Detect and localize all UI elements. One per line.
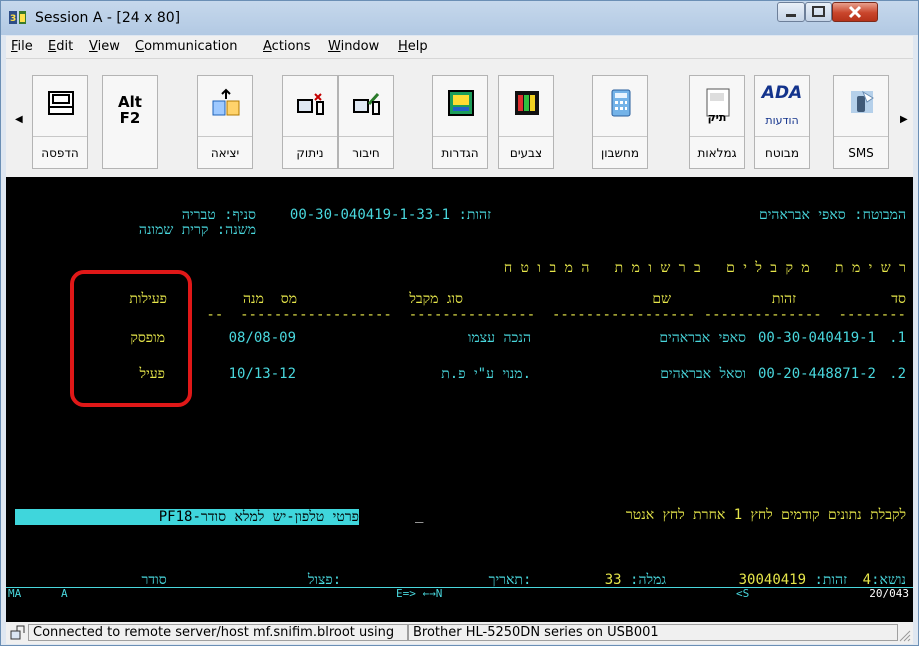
alt-f2-button[interactable]: Alt F2: [102, 75, 158, 169]
pension-file-button[interactable]: תיק גמלאות: [689, 75, 745, 169]
insured-name-field: המבוטח: סאפי אבראהים: [759, 207, 906, 223]
network-connection-icon: [10, 625, 25, 640]
prompt-text: לקבלת נתונים קודמים לחץ 1 אחרת לחץ אנטר: [625, 507, 906, 523]
disconnect-icon: [297, 93, 324, 115]
insured-label: מבוטח: [755, 136, 809, 160]
sms-button[interactable]: SMS: [833, 75, 889, 169]
disconnect-label: ניתוק: [283, 136, 337, 160]
pf-key-bar[interactable]: PF18-פרטי טלפון-יש למלא סודר: [15, 509, 359, 525]
menu-communication[interactable]: Communication: [135, 39, 237, 54]
connect-icon: [353, 92, 380, 115]
exit-icon: [212, 88, 240, 116]
disconnect-button[interactable]: ניתוק: [282, 75, 338, 169]
settings-icon: [448, 90, 474, 116]
row-2-id: 00-20-448871-2: [757, 366, 876, 382]
alt-f2-icon: Alt F2: [118, 93, 142, 127]
col-header-num: סד: [891, 291, 906, 307]
toolbar-scroll-left-button[interactable]: ◀: [15, 114, 23, 125]
row-1-num: .1: [889, 330, 906, 346]
connect-label: חיבור: [339, 136, 393, 160]
menu-edit[interactable]: Edit: [48, 39, 73, 54]
calculator-label: מחשבון: [593, 136, 647, 160]
date-field[interactable]: תאריך:______: [489, 572, 582, 588]
ada-icon: ADA הודעות: [761, 83, 803, 127]
col-header-from: מס מנה: [242, 291, 297, 307]
print-label: הדפסה: [33, 136, 87, 160]
pension-field: גמלה: 33: [604, 572, 666, 588]
app-icon: 3: [9, 11, 26, 24]
order-field[interactable]: סודר __: [142, 572, 192, 588]
list-title: ר ש י מ ת מ ק ב ל י ם ב ר ש ו מ ת ה מ ב …: [503, 260, 906, 276]
settings-label: הגדרות: [433, 136, 487, 160]
menu-view[interactable]: View: [89, 39, 120, 54]
close-button[interactable]: [832, 2, 878, 22]
resize-grip-icon[interactable]: [899, 630, 911, 642]
row-1-from: 08/08-09: [228, 330, 296, 346]
menu-actions[interactable]: Actions: [263, 39, 311, 54]
connection-status: Connected to remote server/host mf.snifi…: [28, 624, 408, 641]
colors-button[interactable]: צבעים: [498, 75, 554, 169]
payment-split-field[interactable]: פצול:__: [308, 572, 358, 588]
terminal-screen[interactable]: המבוטח: סאפי אבראהים זהות: 00-30-040419-…: [6, 177, 913, 622]
svg-text:3: 3: [10, 14, 16, 24]
print-button[interactable]: הדפסה: [32, 75, 88, 169]
window-title: Session A - [24 x 80]: [35, 10, 181, 26]
connect-button[interactable]: חיבור: [338, 75, 394, 169]
colors-icon: [515, 91, 539, 115]
maximize-button[interactable]: [805, 2, 832, 22]
row-2-num: .2: [889, 366, 906, 382]
printer-status: Brother HL-5250DN series on USB001: [408, 624, 898, 641]
col-header-type: סוג מקבל: [409, 291, 463, 307]
subbranch-field: משנה: קרית שמונה: [138, 222, 256, 238]
menu-bar: File Edit View Communication Actions Win…: [6, 36, 913, 58]
row-2-type: מנוי ע"י פ.ת.: [441, 366, 531, 382]
menu-file[interactable]: File: [11, 39, 33, 54]
row-1-type: הנכה עצמו: [467, 330, 531, 346]
bottom-id-field: זהות: 30040419: [738, 572, 847, 588]
pension-label: גמלאות: [690, 136, 744, 160]
row-2-name: וסאל אבראהים: [660, 366, 746, 382]
calculator-icon: [611, 89, 631, 117]
calculator-button[interactable]: מחשבון: [592, 75, 648, 169]
row-2-from: 10/13-12: [228, 366, 296, 382]
toolbar: ◀ ▶ הדפסה Alt F2 יציאה ניתוק חיבור הגדרו…: [6, 58, 913, 178]
title-bar[interactable]: 3 Session A - [24 x 80]: [1, 1, 918, 35]
operator-info-area: MA A E=> ←→N <S 20/043: [6, 587, 913, 599]
col-header-name: שם: [652, 291, 671, 307]
settings-button[interactable]: הגדרות: [432, 75, 488, 169]
close-icon: [848, 5, 862, 19]
colors-label: צבעים: [499, 136, 553, 160]
text-cursor[interactable]: _: [415, 507, 423, 523]
menu-help[interactable]: Help: [398, 39, 428, 54]
exit-label: יציאה: [198, 136, 252, 160]
row-1-id: 00-30-040419-1: [757, 330, 876, 346]
minimize-icon: [786, 14, 796, 17]
status-bar: Connected to remote server/host mf.snifi…: [6, 622, 913, 644]
topic-field[interactable]: נושא:4: [863, 572, 906, 588]
toolbar-scroll-right-button[interactable]: ▶: [900, 114, 908, 125]
toolbar-buttons: הדפסה Alt F2 יציאה ניתוק חיבור הגדרות צב…: [32, 75, 889, 170]
annotation-highlight-box: [70, 270, 192, 407]
maximize-icon: [812, 6, 825, 17]
branch-field: סניף: טבריה: [181, 207, 256, 223]
menu-window[interactable]: Window: [328, 39, 379, 54]
row-1-name: סאפי אבראהים: [659, 330, 746, 346]
col-header-id: זהות: [771, 291, 796, 307]
printer-icon: [48, 91, 74, 115]
insured-messages-button[interactable]: ADA הודעות מבוטח: [754, 75, 810, 169]
id-field: זהות: 00-30-040419-1-33-1: [289, 207, 491, 223]
sms-label: SMS: [834, 136, 888, 160]
emulator-window: 3 Session A - [24 x 80] File Edit View C…: [0, 0, 919, 646]
sms-icon: [851, 90, 874, 113]
exit-button[interactable]: יציאה: [197, 75, 253, 169]
header-divider: -- ------------------ --------------- --…: [206, 307, 906, 323]
minimize-button[interactable]: [777, 2, 805, 22]
